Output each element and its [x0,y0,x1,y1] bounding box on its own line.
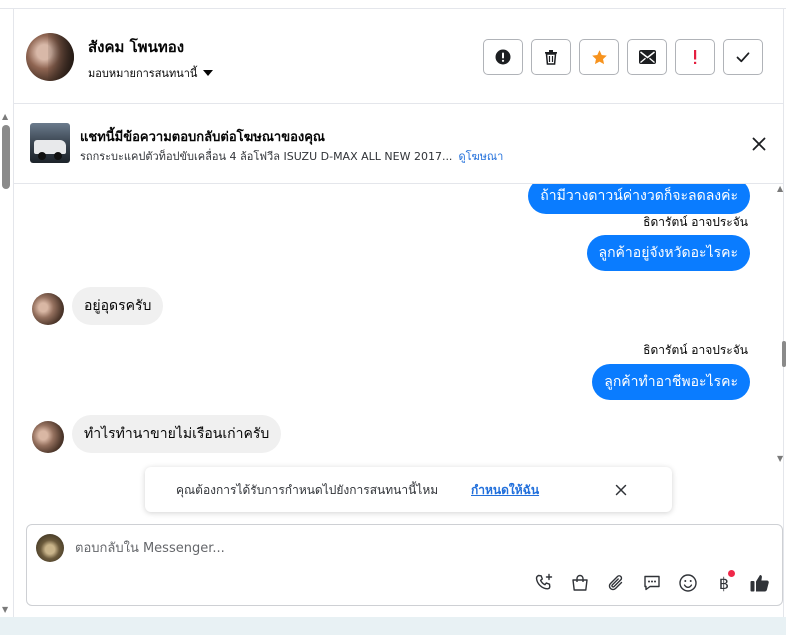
close-icon[interactable] [614,482,628,496]
ad-reply-title: แชทนี้มีข้อความตอบกลับต่อโฆษณาของคุณ [80,130,325,145]
header-divider [13,103,783,104]
report-button[interactable] [483,39,523,75]
assign-to-me-link[interactable]: กำหนดให้ฉัน [471,481,539,500]
close-banner-button[interactable] [750,135,768,153]
baht-icon: ฿ [718,573,730,593]
notification-dot [728,570,735,577]
message-bubble-outgoing[interactable]: ลูกค้าทำอาชีพอะไรคะ [592,364,750,400]
assign-conversation-dropdown[interactable]: มอบหมายการสนทนานี้ [88,64,214,82]
page-scroll-thumb[interactable] [2,125,10,189]
shopping-bag-icon [570,573,590,593]
scroll-down-arrow-icon[interactable]: ▼ [2,605,8,614]
paperclip-icon [606,573,626,593]
scroll-up-arrow-icon[interactable]: ▲ [777,184,783,193]
thumbs-up-icon [749,572,771,594]
message-bubble-outgoing[interactable]: ลูกค้าอยู่จังหวัดอะไรคะ [586,235,750,271]
thread-scrollbar[interactable]: ▲ ▼ [774,184,786,467]
top-divider [0,8,786,9]
message-bubble-outgoing[interactable]: ถ้ามีวางดาวน์ค่างวดก็จะลดลงค่ะ [528,184,750,214]
reply-composer[interactable]: ฿ [26,524,783,606]
ad-thumbnail[interactable] [30,123,70,163]
star-icon [591,49,608,66]
chat-bubble-icon [642,573,662,593]
caret-down-icon [203,70,214,76]
smiley-icon [678,573,698,593]
contact-avatar-small [32,293,64,325]
close-icon [750,137,768,157]
phone-add-icon [534,573,554,593]
contact-name[interactable]: สังคม โพนทอง [88,35,184,59]
attach-button[interactable] [605,572,627,594]
mail-icon [638,50,656,64]
follow-up-button[interactable] [675,39,715,75]
star-button[interactable] [579,39,619,75]
trash-icon [543,49,559,65]
view-ad-link[interactable]: ดูโฆษณา [458,150,503,163]
scroll-down-arrow-icon[interactable]: ▼ [777,454,783,463]
shop-button[interactable] [569,572,591,594]
reply-input[interactable] [75,537,765,559]
message-thread[interactable]: ถ้ามีวางดาวน์ค่างวดก็จะลดลงค่ะ ธิดารัตน์… [14,184,774,467]
assign-prompt: คุณต้องการได้รับการกำหนดไปยังการสนทนานี้… [145,467,672,512]
payment-button[interactable]: ฿ [713,570,735,594]
like-button[interactable] [749,572,771,594]
sender-name: ธิดารัตน์ อาจประจัน [643,343,748,357]
ad-subtitle: รถกระบะแคปตัวท็อปขับเคลื่อน 4 ล้อโฟวีล I… [80,147,503,165]
assign-label: มอบหมายการสนทนานี้ [88,67,198,80]
message-bubble-incoming[interactable]: ทำไรทำนาขายไม่เรือนเก่าครับ [72,415,282,453]
contact-avatar-small [32,421,64,453]
emoji-button[interactable] [677,572,699,594]
ad-description: รถกระบะแคปตัวท็อปขับเคลื่อน 4 ล้อโฟวีล I… [80,150,453,163]
check-icon [735,49,751,65]
page-scrollbar[interactable]: ▲ ▼ [0,112,12,617]
delete-button[interactable] [531,39,571,75]
bottom-strip [0,617,786,635]
mark-unread-button[interactable] [627,39,667,75]
assign-prompt-text: คุณต้องการได้รับการกำหนดไปยังการสนทนานี้… [176,483,439,497]
sender-name: ธิดารัตน์ อาจประจัน [643,215,748,229]
report-icon [495,49,511,65]
saved-replies-button[interactable] [641,572,663,594]
thread-scroll-thumb[interactable] [782,341,786,367]
scroll-up-arrow-icon[interactable]: ▲ [2,112,8,121]
call-button[interactable] [533,572,555,594]
follow-up-icon [692,49,698,65]
mark-done-button[interactable] [723,39,763,75]
contact-avatar[interactable] [26,33,74,81]
message-bubble-incoming[interactable]: อยู่อุดรครับ [72,287,164,325]
page-avatar [36,534,64,562]
